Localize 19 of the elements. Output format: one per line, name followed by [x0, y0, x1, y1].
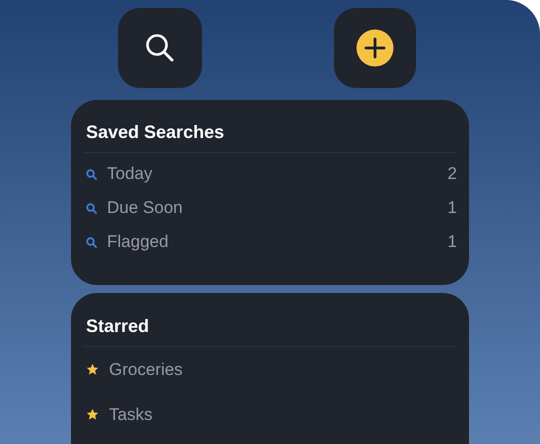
item-count: 1 — [448, 198, 457, 218]
list-item[interactable]: Today — [107, 164, 448, 184]
list-item[interactable]: Due Soon — [107, 198, 448, 218]
search-icon — [86, 236, 97, 248]
list-item[interactable]: Flagged — [107, 232, 448, 252]
star-icon — [86, 408, 99, 421]
list-item[interactable]: Groceries — [109, 360, 457, 380]
search-button[interactable] — [118, 8, 202, 88]
item-count: 1 — [448, 232, 457, 252]
section-title: Saved Searches — [85, 121, 226, 144]
section-title: Starred — [85, 315, 150, 338]
item-count: 2 — [448, 164, 457, 184]
search-icon — [144, 32, 176, 64]
plus-circle-icon — [356, 29, 394, 67]
star-icon — [86, 363, 99, 376]
list-item[interactable]: Tasks — [109, 404, 457, 424]
add-button[interactable] — [334, 8, 416, 88]
search-icon — [86, 168, 97, 180]
search-icon — [86, 202, 97, 214]
